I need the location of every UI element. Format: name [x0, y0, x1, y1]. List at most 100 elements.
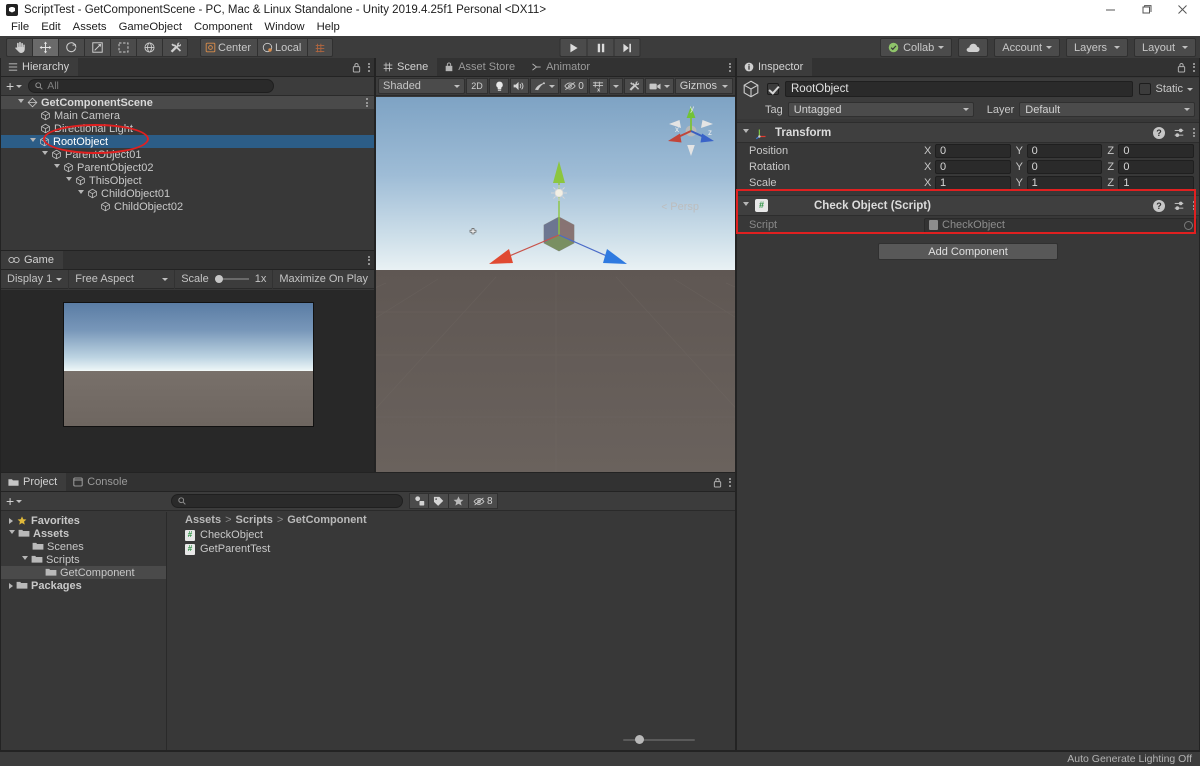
expand-triangle-icon[interactable] [66, 177, 72, 184]
hierarchy-menu-icon[interactable] [368, 63, 370, 72]
transform-y-input[interactable]: 1 [1027, 176, 1103, 190]
fx-dropdown[interactable] [530, 78, 559, 94]
lock-icon[interactable] [1177, 62, 1186, 73]
menu-item-component[interactable]: Component [188, 19, 258, 36]
help-icon[interactable]: ? [1153, 200, 1165, 212]
toggle-2d-button[interactable]: 2D [466, 78, 489, 94]
scene-grid-dropdown[interactable] [609, 78, 623, 94]
scale-slider[interactable]: Scale 1x [175, 270, 273, 289]
lighting-toggle-icon[interactable] [489, 78, 508, 94]
breadcrumb-item-0[interactable]: Assets [185, 514, 221, 526]
scene-camera-dropdown[interactable] [645, 78, 674, 94]
project-create-button[interactable]: + [4, 496, 169, 506]
display-dropdown[interactable]: Display 1 [1, 270, 69, 289]
project-tree-item-getcomponent[interactable]: GetComponent [1, 566, 166, 579]
object-enabled-checkbox[interactable] [767, 83, 779, 95]
expand-triangle-icon[interactable] [22, 556, 28, 563]
hierarchy-item-main camera[interactable]: Main Camera [1, 109, 374, 122]
transform-y-input[interactable]: 0 [1027, 160, 1103, 174]
scale-slider-track[interactable] [215, 274, 249, 284]
expand-triangle-icon[interactable] [78, 190, 84, 197]
game-viewport[interactable] [1, 290, 374, 472]
custom-tool-icon[interactable] [162, 38, 188, 57]
static-checkbox[interactable] [1139, 83, 1151, 95]
account-button[interactable]: Account [994, 38, 1060, 57]
game-menu-icon[interactable] [368, 256, 370, 265]
layer-dropdown[interactable]: Default [1019, 102, 1195, 117]
object-name-input[interactable]: RootObject [785, 81, 1133, 97]
component-menu-icon[interactable] [1193, 128, 1195, 137]
project-search-input[interactable] [171, 494, 403, 508]
transform-z-input[interactable]: 0 [1118, 160, 1194, 174]
maximize-on-play-toggle[interactable]: Maximize On Play [273, 270, 374, 289]
collapse-triangle-icon[interactable] [743, 129, 749, 136]
space-mode-button[interactable]: Local [257, 38, 307, 57]
menu-item-help[interactable]: Help [311, 19, 346, 36]
asset-item-getparenttest[interactable]: #GetParentTest [167, 542, 735, 556]
script-object-field[interactable]: CheckObject [924, 218, 1197, 233]
search-by-label-icon[interactable] [429, 493, 449, 509]
menu-item-assets[interactable]: Assets [67, 19, 113, 36]
gizmos-dropdown[interactable]: Gizmos [675, 78, 733, 94]
tab-inspector[interactable]: Inspector [737, 58, 812, 76]
asset-item-checkobject[interactable]: #CheckObject [167, 528, 735, 542]
expand-triangle-icon[interactable] [18, 99, 24, 106]
tab-console[interactable]: Console [66, 473, 136, 491]
aspect-dropdown[interactable]: Free Aspect [69, 270, 175, 289]
hierarchy-item-childobject02[interactable]: ChildObject02 [1, 200, 374, 213]
menu-item-edit[interactable]: Edit [35, 19, 66, 36]
breadcrumb-item-2[interactable]: GetComponent [287, 514, 366, 526]
transform-z-input[interactable]: 1 [1118, 176, 1194, 190]
object-picker-icon[interactable] [1184, 221, 1193, 230]
tab-hierarchy[interactable]: Hierarchy [1, 58, 78, 76]
hierarchy-scene-row[interactable]: GetComponentScene [1, 96, 374, 109]
tab-animator[interactable]: Animator [524, 58, 599, 76]
minimize-icon[interactable] [1092, 0, 1128, 19]
step-button[interactable] [614, 38, 641, 57]
transform-x-input[interactable]: 0 [935, 160, 1011, 174]
preset-icon[interactable] [1173, 127, 1185, 139]
lock-icon[interactable] [352, 62, 361, 73]
menu-item-file[interactable]: File [5, 19, 35, 36]
project-asset-list[interactable]: Assets > Scripts > GetComponent #CheckOb… [167, 512, 735, 750]
hand-tool-icon[interactable] [6, 38, 32, 57]
zoom-slider-knob[interactable] [635, 735, 644, 744]
scene-view-gizmo[interactable]: x y z [660, 100, 722, 162]
hierarchy-item-parentobject01[interactable]: ParentObject01 [1, 148, 374, 161]
layers-button[interactable]: Layers [1066, 38, 1128, 57]
menu-item-window[interactable]: Window [258, 19, 310, 36]
tab-asset-store[interactable]: Asset Store [437, 58, 524, 76]
tag-dropdown[interactable]: Untagged [788, 102, 974, 117]
component-header-check-object[interactable]: # Check Object (Script) ? [737, 195, 1199, 216]
asset-zoom-slider[interactable] [623, 734, 695, 745]
component-menu-icon[interactable] [1193, 201, 1195, 210]
rect-tool-icon[interactable] [110, 38, 136, 57]
scene-selected-object-gizmo[interactable] [481, 147, 661, 287]
expand-triangle-icon[interactable] [9, 518, 13, 524]
scale-tool-icon[interactable] [84, 38, 110, 57]
preset-icon[interactable] [1173, 200, 1185, 212]
hierarchy-search-input[interactable]: All [28, 79, 274, 93]
transform-tool-icon[interactable] [136, 38, 162, 57]
collapse-triangle-icon[interactable] [743, 202, 749, 209]
hierarchy-item-rootobject[interactable]: RootObject [1, 135, 374, 148]
project-tree-item-scenes[interactable]: Scenes [1, 540, 166, 553]
inspector-menu-icon[interactable] [1193, 63, 1195, 72]
collab-button[interactable]: Collab [880, 38, 952, 57]
menu-item-gameobject[interactable]: GameObject [113, 19, 188, 36]
scene-grid-icon[interactable] [589, 78, 608, 94]
transform-x-input[interactable]: 1 [935, 176, 1011, 190]
hierarchy-item-parentobject02[interactable]: ParentObject02 [1, 161, 374, 174]
hierarchy-item-directional light[interactable]: Directional Light [1, 122, 374, 135]
perspective-mode-label[interactable]: < Persp [661, 201, 699, 213]
project-tree-item-scripts[interactable]: Scripts [1, 553, 166, 566]
move-tool-icon[interactable] [32, 38, 58, 57]
tab-game[interactable]: Game [1, 251, 63, 269]
play-button[interactable] [560, 38, 587, 57]
scene-tools-icon[interactable] [624, 78, 643, 94]
component-header-transform[interactable]: Transform ? [737, 122, 1199, 143]
cloud-services-button[interactable] [958, 38, 988, 57]
transform-x-input[interactable]: 0 [935, 144, 1011, 158]
project-tree-item-favorites[interactable]: Favorites [1, 514, 166, 527]
hidden-packages-toggle[interactable]: 8 [469, 493, 498, 509]
